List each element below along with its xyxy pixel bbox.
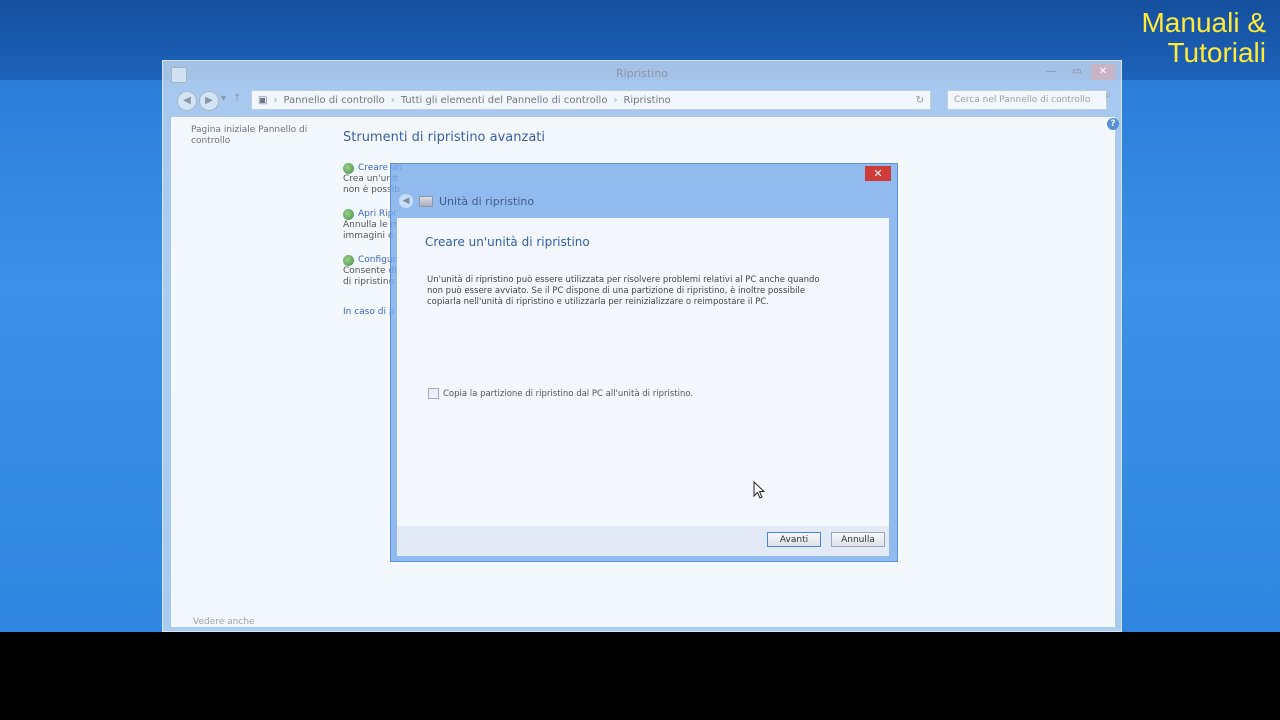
recent-pages-chevron-icon[interactable]: ▾ <box>221 93 226 104</box>
control-panel-icon: ▣ <box>258 94 268 106</box>
page-title: Strumenti di ripristino avanzati <box>343 130 546 145</box>
watermark-line-1: Manuali & <box>1141 7 1266 38</box>
control-panel-titlebar[interactable]: Ripristino — ▭ ✕ <box>163 61 1121 87</box>
dialog-content: Creare un'unità di ripristino Un'unità d… <box>397 218 889 526</box>
address-field[interactable]: ▣ › Pannello di controllo › Tutti gli el… <box>251 90 931 110</box>
dialog-title: Unità di ripristino <box>439 194 535 208</box>
forward-arrow-icon[interactable]: ▶ <box>199 91 219 111</box>
next-button[interactable]: Avanti <box>767 532 821 547</box>
breadcrumb-separator-icon: › <box>613 94 618 106</box>
problem-help-link[interactable]: In caso di p <box>343 307 395 317</box>
shield-icon <box>343 209 354 220</box>
dialog-heading: Creare un'unità di ripristino <box>425 235 590 249</box>
refresh-icon[interactable]: ↻ <box>910 95 930 106</box>
up-arrow-icon[interactable]: ↑ <box>233 93 241 104</box>
close-button[interactable]: ✕ <box>1091 64 1115 80</box>
breadcrumb-all-items[interactable]: Tutti gli elementi del Pannello di contr… <box>401 95 608 106</box>
dialog-close-button[interactable]: ✕ <box>865 166 891 181</box>
dialog-description: Un'unità di ripristino può essere utiliz… <box>427 275 820 307</box>
breadcrumb-control-panel[interactable]: Pannello di controllo <box>283 95 384 106</box>
search-icon[interactable]: ⌕ <box>1105 90 1111 101</box>
shield-icon <box>343 163 354 174</box>
maximize-button[interactable]: ▭ <box>1065 64 1089 80</box>
letterbox-bar <box>0 632 1280 720</box>
watermark-line-2: Tutoriali <box>1167 37 1266 68</box>
help-icon[interactable]: ? <box>1107 118 1119 130</box>
back-arrow-icon[interactable]: ◀ <box>177 91 197 111</box>
shield-icon <box>343 255 354 266</box>
address-bar-row: ◀ ▶ ▾ ↑ ▣ › Pannello di controllo › Tutt… <box>171 89 1115 113</box>
control-panel-title: Ripristino <box>615 67 669 80</box>
see-also-label: Vedere anche <box>193 617 255 627</box>
breadcrumb-recovery[interactable]: Ripristino <box>623 95 670 106</box>
minimize-button[interactable]: — <box>1039 64 1063 80</box>
breadcrumb-separator-icon: › <box>390 94 395 106</box>
recovery-drive-dialog: ✕ ◀ Unità di ripristino Creare un'unità … <box>390 163 898 562</box>
control-panel-home-link[interactable]: Pagina iniziale Pannello di controllo <box>191 125 311 147</box>
copy-partition-label[interactable]: Copia la partizione di ripristino dal PC… <box>443 389 693 399</box>
back-arrow-icon[interactable]: ◀ <box>399 194 413 208</box>
cancel-button[interactable]: Annulla <box>831 532 885 547</box>
desktop-background: Ripristino — ▭ ✕ ◀ ▶ ▾ ↑ ▣ › Pannello di… <box>0 0 1280 632</box>
drive-icon <box>419 195 433 207</box>
search-input[interactable]: Cerca nel Pannello di controllo <box>947 90 1107 110</box>
copy-partition-checkbox[interactable] <box>428 388 439 399</box>
breadcrumb-separator-icon: › <box>273 94 278 106</box>
watermark-logo: Manuali & Tutoriali <box>1141 8 1266 68</box>
dialog-footer: Avanti Annulla <box>397 526 889 556</box>
dialog-header: ◀ Unità di ripristino <box>399 194 534 208</box>
copy-partition-option[interactable]: Copia la partizione di ripristino dal PC… <box>428 388 693 399</box>
